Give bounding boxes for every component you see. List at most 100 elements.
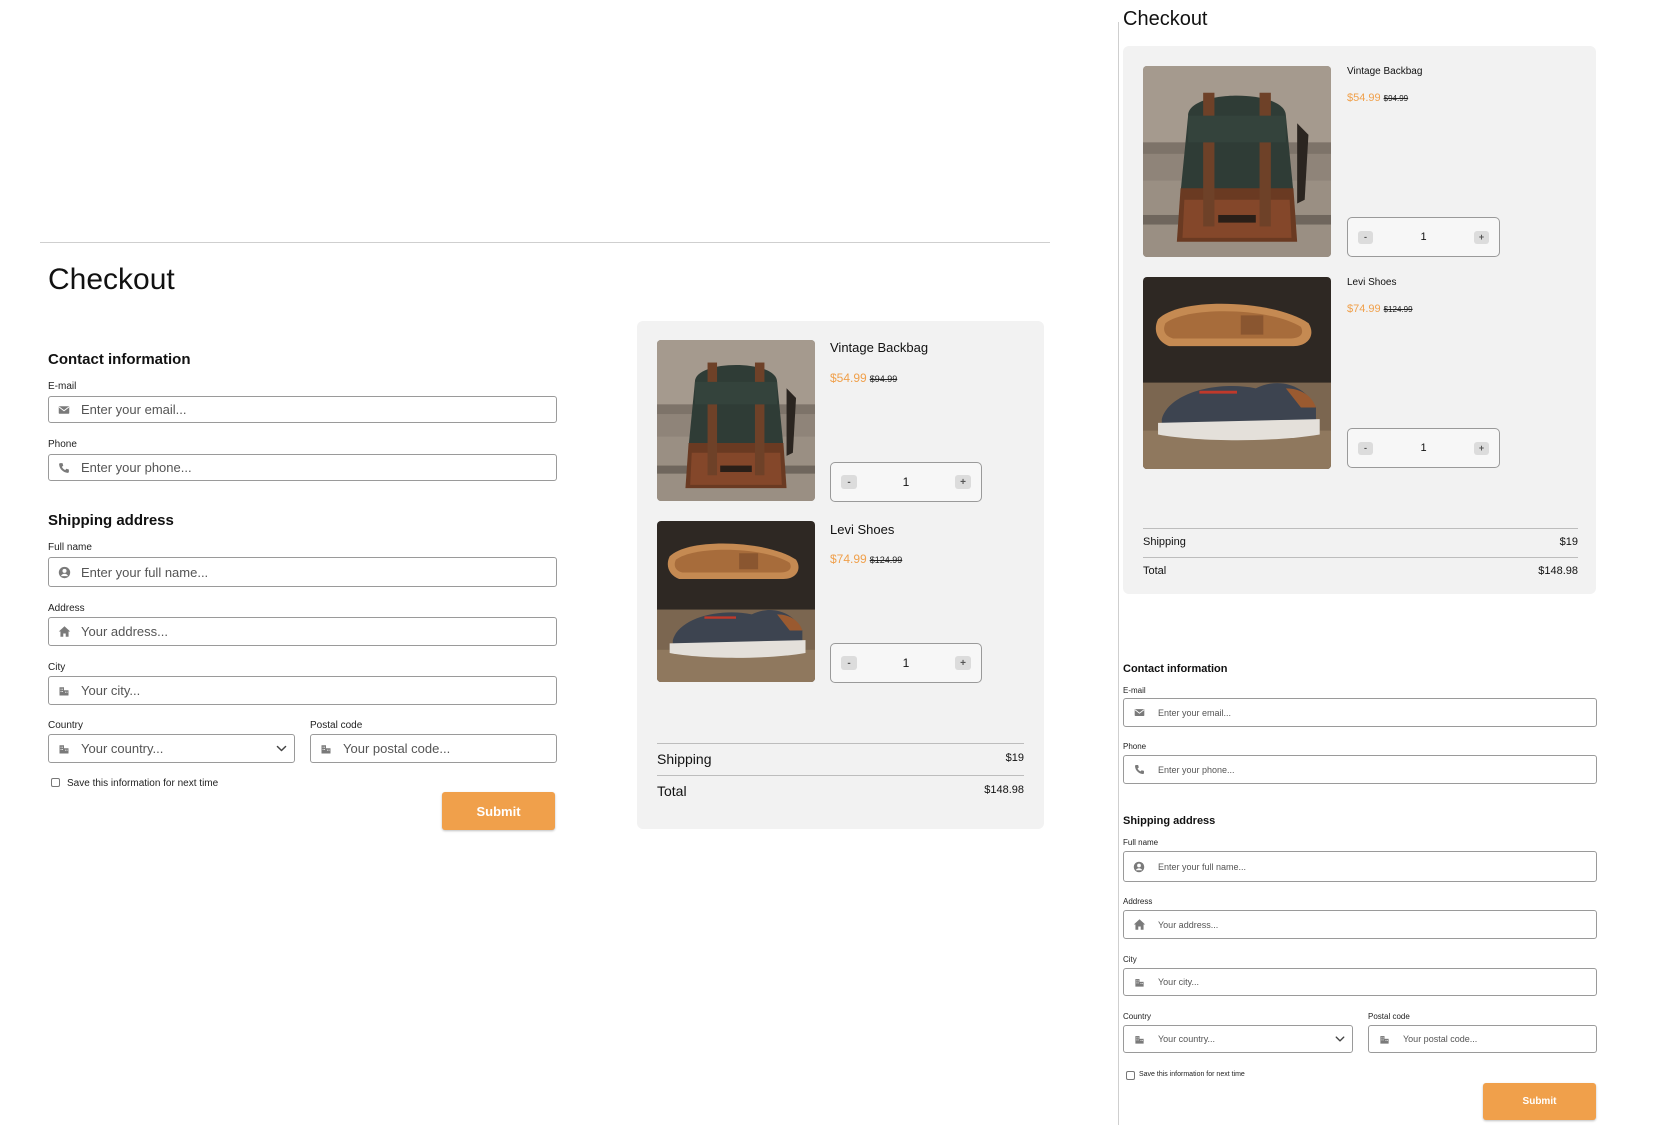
current-price: $74.99 (830, 552, 867, 566)
decrease-button[interactable]: - (1358, 230, 1373, 244)
save-info-checkbox[interactable] (51, 778, 60, 787)
decrease-button[interactable]: - (841, 656, 857, 670)
fullname-placeholder: Enter your full name... (81, 564, 209, 580)
phone-label: Phone (48, 439, 77, 450)
country-select[interactable]: Your country... (1123, 1025, 1353, 1053)
cart-summary: Vintage Backbag $54.99 $94.99 - 1 + Levi … (1123, 46, 1596, 594)
email-label: E-mail (1123, 686, 1146, 695)
shipping-heading: Shipping address (48, 512, 174, 529)
building-icon (57, 742, 71, 756)
product-name: Vintage Backbag (1347, 66, 1423, 77)
save-info-label: Save this information for next time (1139, 1071, 1245, 1078)
quantity-stepper[interactable]: - 1 + (1347, 217, 1500, 257)
desktop-view: Checkout Contact information E-mail Ente… (0, 0, 1050, 1125)
city-placeholder: Your city... (81, 683, 141, 698)
city-field[interactable]: Your city... (48, 676, 557, 705)
country-label: Country (48, 720, 84, 731)
quantity-value: 1 (1420, 231, 1427, 243)
address-placeholder: Your address... (1158, 919, 1219, 930)
contact-heading: Contact information (1123, 663, 1228, 675)
current-price: $54.99 (830, 371, 867, 385)
home-icon (1132, 918, 1146, 932)
building-icon (319, 742, 333, 756)
home-icon (57, 625, 71, 639)
email-placeholder: Enter your email... (1158, 707, 1232, 718)
shipping-label: Shipping (1143, 536, 1186, 548)
email-label: E-mail (48, 381, 77, 392)
page-title: Checkout (48, 263, 175, 296)
phone-icon (57, 461, 71, 475)
current-price: $74.99 (1347, 303, 1381, 315)
postal-placeholder: Your postal code... (1403, 1034, 1478, 1044)
old-price: $94.99 (1383, 94, 1409, 103)
page-title: Checkout (1123, 8, 1208, 30)
user-circle-icon (57, 565, 71, 579)
building-icon (1377, 1032, 1391, 1046)
email-field[interactable]: Enter your email... (48, 396, 557, 423)
fullname-field[interactable]: Enter your full name... (48, 557, 557, 587)
phone-placeholder: Enter your phone... (1158, 764, 1235, 775)
quantity-stepper[interactable]: - 1 + (830, 643, 982, 683)
shipping-label: Shipping (657, 751, 712, 767)
user-circle-icon (1132, 860, 1146, 874)
quantity-value: 1 (1420, 442, 1427, 454)
cart-summary: Vintage Backbag $54.99 $94.99 - 1 + Levi … (637, 321, 1044, 829)
increase-button[interactable]: + (1474, 230, 1489, 244)
quantity-stepper[interactable]: - 1 + (830, 462, 982, 502)
product-price: $74.99 $124.99 (830, 552, 902, 566)
save-info-checkbox[interactable] (1126, 1071, 1135, 1080)
summary-divider (657, 743, 1024, 744)
product-name: Levi Shoes (1347, 277, 1397, 288)
total-label: Total (1143, 565, 1167, 577)
product-image-backpack (1143, 66, 1331, 257)
fullname-field[interactable]: Enter your full name... (1123, 851, 1597, 882)
product-image-backpack (657, 340, 815, 501)
email-field[interactable]: Enter your email... (1123, 698, 1597, 727)
address-field[interactable]: Your address... (1123, 910, 1597, 939)
postal-field[interactable]: Your postal code... (310, 734, 557, 763)
total-value: $148.98 (1538, 565, 1578, 577)
decrease-button[interactable]: - (841, 475, 857, 489)
decrease-button[interactable]: - (1358, 441, 1373, 455)
old-price: $124.99 (869, 555, 903, 565)
address-placeholder: Your address... (81, 624, 168, 639)
total-value: $148.98 (984, 784, 1024, 796)
increase-button[interactable]: + (1474, 441, 1489, 455)
phone-field[interactable]: Enter your phone... (1123, 755, 1597, 784)
city-field[interactable]: Your city... (1123, 968, 1597, 996)
chevron-down-icon (1334, 1033, 1346, 1045)
product-name: Vintage Backbag (830, 340, 929, 355)
envelope-icon (57, 403, 71, 417)
fullname-label: Full name (1123, 838, 1159, 847)
city-label: City (48, 662, 66, 673)
fullname-placeholder: Enter your full name... (1158, 861, 1247, 872)
phone-placeholder: Enter your phone... (81, 460, 192, 475)
increase-button[interactable]: + (955, 656, 971, 670)
increase-button[interactable]: + (955, 475, 971, 489)
submit-button[interactable]: Submit (1483, 1083, 1596, 1120)
shipping-value: $19 (1005, 752, 1024, 764)
total-label: Total (657, 783, 687, 799)
save-info-label: Save this information for next time (67, 778, 219, 789)
fullname-label: Full name (48, 542, 92, 553)
product-price: $54.99 $94.99 (830, 371, 897, 385)
product-name: Levi Shoes (830, 522, 895, 537)
phone-icon (1132, 763, 1146, 777)
country-placeholder: Your country... (81, 741, 164, 756)
quantity-value: 1 (902, 475, 910, 489)
phone-field[interactable]: Enter your phone... (48, 454, 557, 481)
mobile-view: Checkout Vintage Backbag $54.99 $94.99 - … (1119, 0, 1663, 1125)
postal-field[interactable]: Your postal code... (1368, 1025, 1597, 1053)
email-placeholder: Enter your email... (81, 402, 187, 417)
address-field[interactable]: Your address... (48, 617, 557, 646)
contact-heading: Contact information (48, 351, 191, 368)
product-price: $54.99 $94.99 (1347, 92, 1408, 104)
quantity-stepper[interactable]: - 1 + (1347, 428, 1500, 468)
old-price: $124.99 (1383, 305, 1413, 314)
country-placeholder: Your country... (1158, 1034, 1216, 1044)
country-select[interactable]: Your country... (48, 734, 295, 763)
submit-button[interactable]: Submit (442, 792, 555, 830)
summary-divider (657, 775, 1024, 776)
postal-label: Postal code (1368, 1012, 1410, 1021)
product-image-shoes (657, 521, 815, 682)
